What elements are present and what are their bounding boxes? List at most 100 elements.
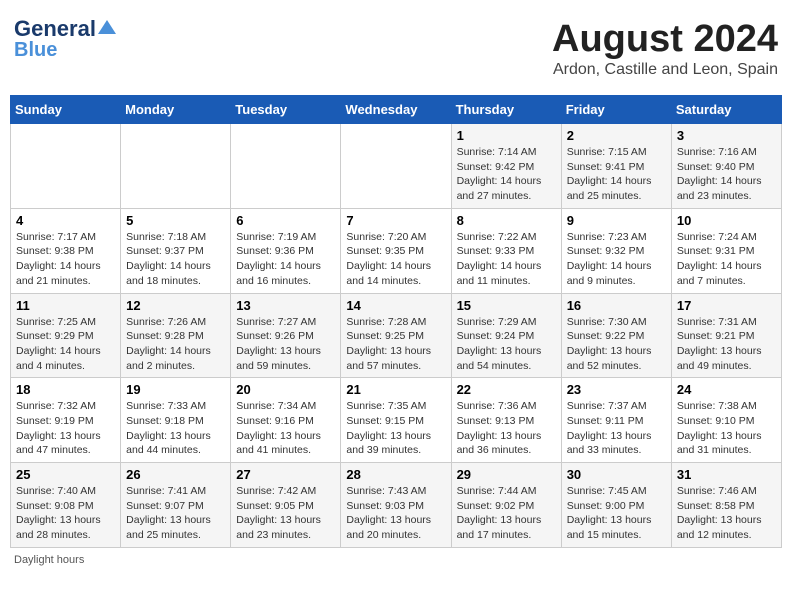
day-cell bbox=[11, 124, 121, 209]
day-cell bbox=[341, 124, 451, 209]
day-info: Sunrise: 7:32 AM Sunset: 9:19 PM Dayligh… bbox=[16, 399, 115, 458]
calendar-table: SundayMondayTuesdayWednesdayThursdayFrid… bbox=[10, 95, 782, 548]
day-info: Sunrise: 7:18 AM Sunset: 9:37 PM Dayligh… bbox=[126, 230, 225, 289]
week-row-4: 25 Sunrise: 7:40 AM Sunset: 9:08 PM Dayli… bbox=[11, 463, 782, 548]
day-number: 16 bbox=[567, 298, 666, 313]
day-info: Sunrise: 7:15 AM Sunset: 9:41 PM Dayligh… bbox=[567, 145, 666, 204]
day-cell: 1 Sunrise: 7:14 AM Sunset: 9:42 PM Daylig… bbox=[451, 124, 561, 209]
day-info: Sunrise: 7:16 AM Sunset: 9:40 PM Dayligh… bbox=[677, 145, 776, 204]
day-info: Sunrise: 7:14 AM Sunset: 9:42 PM Dayligh… bbox=[457, 145, 556, 204]
day-cell: 4Sunrise: 7:17 AM Sunset: 9:38 PM Daylig… bbox=[11, 208, 121, 293]
day-cell: 12Sunrise: 7:26 AM Sunset: 9:28 PM Dayli… bbox=[121, 293, 231, 378]
day-info: Sunrise: 7:43 AM Sunset: 9:03 PM Dayligh… bbox=[346, 484, 445, 543]
day-number: 1 bbox=[457, 128, 556, 143]
day-cell: 2 Sunrise: 7:15 AM Sunset: 9:41 PM Daylig… bbox=[561, 124, 671, 209]
day-info: Sunrise: 7:41 AM Sunset: 9:07 PM Dayligh… bbox=[126, 484, 225, 543]
header-day-friday: Friday bbox=[561, 96, 671, 124]
day-number: 27 bbox=[236, 467, 335, 482]
day-info: Sunrise: 7:37 AM Sunset: 9:11 PM Dayligh… bbox=[567, 399, 666, 458]
logo-text-general: General bbox=[14, 18, 96, 40]
day-info: Sunrise: 7:30 AM Sunset: 9:22 PM Dayligh… bbox=[567, 315, 666, 374]
logo-text-blue: Blue bbox=[14, 40, 57, 60]
day-number: 9 bbox=[567, 213, 666, 228]
day-info: Sunrise: 7:45 AM Sunset: 9:00 PM Dayligh… bbox=[567, 484, 666, 543]
day-number: 3 bbox=[677, 128, 776, 143]
day-number: 23 bbox=[567, 382, 666, 397]
day-number: 22 bbox=[457, 382, 556, 397]
day-cell bbox=[121, 124, 231, 209]
day-cell: 27 Sunrise: 7:42 AM Sunset: 9:05 PM Dayli… bbox=[231, 463, 341, 548]
day-number: 14 bbox=[346, 298, 445, 313]
day-info: Sunrise: 7:38 AM Sunset: 9:10 PM Dayligh… bbox=[677, 399, 776, 458]
day-number: 13 bbox=[236, 298, 335, 313]
header: General Blue August 2024 Ardon, Castille… bbox=[10, 10, 782, 87]
header-day-saturday: Saturday bbox=[671, 96, 781, 124]
day-number: 24 bbox=[677, 382, 776, 397]
title-area: August 2024 Ardon, Castille and Leon, Sp… bbox=[552, 18, 778, 79]
day-info: Sunrise: 7:28 AM Sunset: 9:25 PM Dayligh… bbox=[346, 315, 445, 374]
day-number: 21 bbox=[346, 382, 445, 397]
header-day-monday: Monday bbox=[121, 96, 231, 124]
week-row-0: 1 Sunrise: 7:14 AM Sunset: 9:42 PM Daylig… bbox=[11, 124, 782, 209]
day-cell: 19 Sunrise: 7:33 AM Sunset: 9:18 PM Dayli… bbox=[121, 378, 231, 463]
day-cell: 31 Sunrise: 7:46 AM Sunset: 8:58 PM Dayli… bbox=[671, 463, 781, 548]
day-info: Sunrise: 7:24 AM Sunset: 9:31 PM Dayligh… bbox=[677, 230, 776, 289]
day-info: Sunrise: 7:25 AM Sunset: 9:29 PM Dayligh… bbox=[16, 315, 115, 374]
day-info: Sunrise: 7:26 AM Sunset: 9:28 PM Dayligh… bbox=[126, 315, 225, 374]
day-number: 20 bbox=[236, 382, 335, 397]
day-number: 30 bbox=[567, 467, 666, 482]
week-row-1: 4Sunrise: 7:17 AM Sunset: 9:38 PM Daylig… bbox=[11, 208, 782, 293]
day-number: 29 bbox=[457, 467, 556, 482]
footer-note: Daylight hours bbox=[10, 554, 782, 566]
day-info: Sunrise: 7:17 AM Sunset: 9:38 PM Dayligh… bbox=[16, 230, 115, 289]
day-cell: 23 Sunrise: 7:37 AM Sunset: 9:11 PM Dayli… bbox=[561, 378, 671, 463]
logo: General Blue bbox=[14, 18, 116, 60]
day-number: 10 bbox=[677, 213, 776, 228]
day-cell: 7Sunrise: 7:20 AM Sunset: 9:35 PM Daylig… bbox=[341, 208, 451, 293]
day-number: 31 bbox=[677, 467, 776, 482]
day-cell: 16 Sunrise: 7:30 AM Sunset: 9:22 PM Dayli… bbox=[561, 293, 671, 378]
day-info: Sunrise: 7:27 AM Sunset: 9:26 PM Dayligh… bbox=[236, 315, 335, 374]
day-info: Sunrise: 7:33 AM Sunset: 9:18 PM Dayligh… bbox=[126, 399, 225, 458]
day-info: Sunrise: 7:19 AM Sunset: 9:36 PM Dayligh… bbox=[236, 230, 335, 289]
day-number: 18 bbox=[16, 382, 115, 397]
day-number: 26 bbox=[126, 467, 225, 482]
day-cell: 18 Sunrise: 7:32 AM Sunset: 9:19 PM Dayli… bbox=[11, 378, 121, 463]
day-info: Sunrise: 7:40 AM Sunset: 9:08 PM Dayligh… bbox=[16, 484, 115, 543]
day-cell: 17 Sunrise: 7:31 AM Sunset: 9:21 PM Dayli… bbox=[671, 293, 781, 378]
day-cell: 29 Sunrise: 7:44 AM Sunset: 9:02 PM Dayli… bbox=[451, 463, 561, 548]
calendar-subtitle: Ardon, Castille and Leon, Spain bbox=[552, 61, 778, 79]
day-number: 19 bbox=[126, 382, 225, 397]
day-number: 2 bbox=[567, 128, 666, 143]
day-number: 11 bbox=[16, 298, 115, 313]
day-number: 28 bbox=[346, 467, 445, 482]
day-cell: 14 Sunrise: 7:28 AM Sunset: 9:25 PM Dayli… bbox=[341, 293, 451, 378]
day-cell: 3 Sunrise: 7:16 AM Sunset: 9:40 PM Daylig… bbox=[671, 124, 781, 209]
day-cell: 26 Sunrise: 7:41 AM Sunset: 9:07 PM Dayli… bbox=[121, 463, 231, 548]
day-cell: 9Sunrise: 7:23 AM Sunset: 9:32 PM Daylig… bbox=[561, 208, 671, 293]
header-day-sunday: Sunday bbox=[11, 96, 121, 124]
day-number: 25 bbox=[16, 467, 115, 482]
logo-icon bbox=[98, 18, 116, 36]
day-info: Sunrise: 7:34 AM Sunset: 9:16 PM Dayligh… bbox=[236, 399, 335, 458]
day-info: Sunrise: 7:44 AM Sunset: 9:02 PM Dayligh… bbox=[457, 484, 556, 543]
day-cell: 10 Sunrise: 7:24 AM Sunset: 9:31 PM Dayli… bbox=[671, 208, 781, 293]
day-cell: 11 Sunrise: 7:25 AM Sunset: 9:29 PM Dayli… bbox=[11, 293, 121, 378]
day-info: Sunrise: 7:20 AM Sunset: 9:35 PM Dayligh… bbox=[346, 230, 445, 289]
day-info: Sunrise: 7:22 AM Sunset: 9:33 PM Dayligh… bbox=[457, 230, 556, 289]
day-cell: 30 Sunrise: 7:45 AM Sunset: 9:00 PM Dayli… bbox=[561, 463, 671, 548]
day-info: Sunrise: 7:42 AM Sunset: 9:05 PM Dayligh… bbox=[236, 484, 335, 543]
week-row-3: 18 Sunrise: 7:32 AM Sunset: 9:19 PM Dayli… bbox=[11, 378, 782, 463]
day-info: Sunrise: 7:46 AM Sunset: 8:58 PM Dayligh… bbox=[677, 484, 776, 543]
day-cell: 24 Sunrise: 7:38 AM Sunset: 9:10 PM Dayli… bbox=[671, 378, 781, 463]
day-info: Sunrise: 7:31 AM Sunset: 9:21 PM Dayligh… bbox=[677, 315, 776, 374]
day-number: 17 bbox=[677, 298, 776, 313]
day-cell: 25 Sunrise: 7:40 AM Sunset: 9:08 PM Dayli… bbox=[11, 463, 121, 548]
day-cell: 5Sunrise: 7:18 AM Sunset: 9:37 PM Daylig… bbox=[121, 208, 231, 293]
day-cell: 21Sunrise: 7:35 AM Sunset: 9:15 PM Dayli… bbox=[341, 378, 451, 463]
day-number: 6 bbox=[236, 213, 335, 228]
day-cell: 8Sunrise: 7:22 AM Sunset: 9:33 PM Daylig… bbox=[451, 208, 561, 293]
day-number: 15 bbox=[457, 298, 556, 313]
day-info: Sunrise: 7:36 AM Sunset: 9:13 PM Dayligh… bbox=[457, 399, 556, 458]
header-row: SundayMondayTuesdayWednesdayThursdayFrid… bbox=[11, 96, 782, 124]
